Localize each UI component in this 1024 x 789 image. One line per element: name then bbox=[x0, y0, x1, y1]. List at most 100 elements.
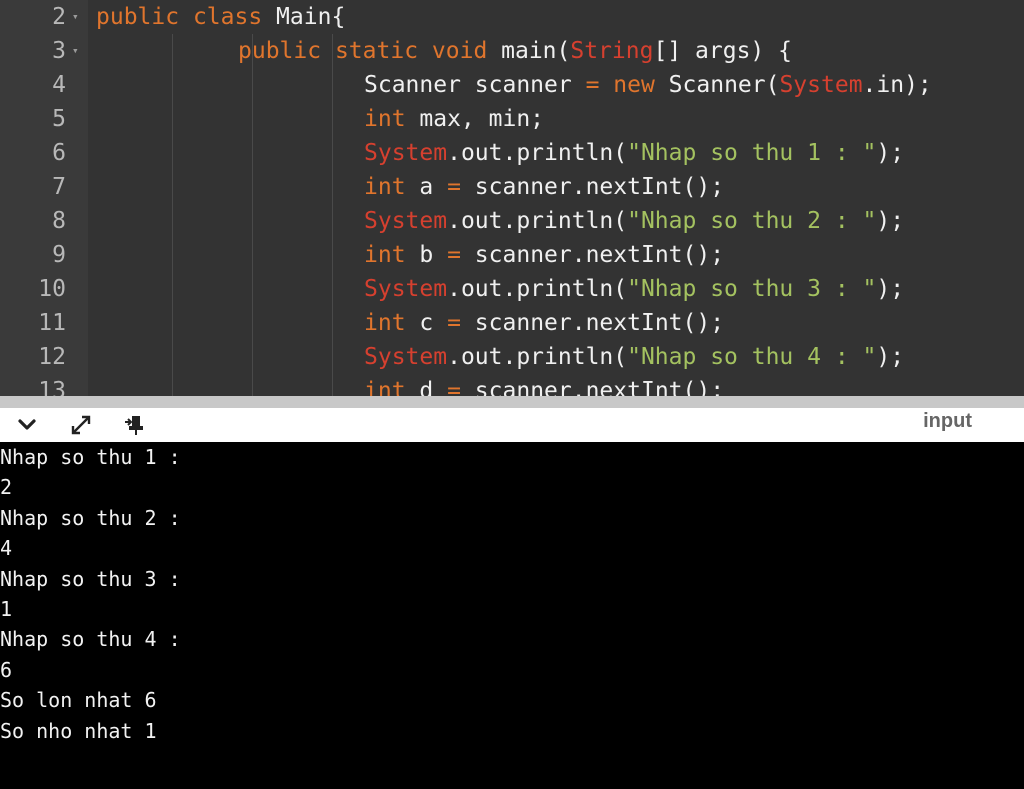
code-line[interactable]: 7 int a = scanner.nextInt(); bbox=[0, 170, 1024, 204]
code-token: [] args) { bbox=[653, 38, 792, 64]
console-line: So lon nhat 6 bbox=[0, 688, 157, 713]
code-token: public bbox=[96, 4, 180, 30]
code-line[interactable]: 3 ▾ public static void main(String[] args)… bbox=[0, 34, 1024, 68]
code-editor[interactable]: 2 ▾ public class Main{ 3 ▾ public static void… bbox=[0, 0, 1024, 396]
line-number: 8 bbox=[52, 208, 66, 234]
fold-arrow-icon[interactable]: ▾ bbox=[72, 34, 79, 68]
code-line[interactable]: 5 int max, min; bbox=[0, 102, 1024, 136]
code-token: = bbox=[447, 310, 461, 336]
code-text: System.out.println("Nhap so thu 2 : "); bbox=[364, 204, 904, 238]
code-token: ); bbox=[876, 344, 905, 370]
code-token: b bbox=[405, 242, 448, 268]
code-token: String bbox=[570, 38, 654, 64]
code-token: .out.println( bbox=[447, 344, 628, 370]
code-token: scanner.nextInt(); bbox=[460, 310, 725, 336]
chevron-down-icon[interactable] bbox=[10, 408, 44, 442]
code-text: Scanner scanner = new Scanner(System.in)… bbox=[364, 68, 932, 102]
console-output: Nhap so thu 1 : 2 Nhap so thu 2 : 4 Nhap so … bbox=[0, 442, 1024, 789]
line-number: 13 bbox=[38, 378, 66, 396]
code-line[interactable]: 4 Scanner scanner = new Scanner(System.in… bbox=[0, 68, 1024, 102]
code-token: Main{ bbox=[262, 4, 346, 30]
code-token: "Nhap so thu 3 : " bbox=[627, 276, 877, 302]
code-line[interactable]: 11 int c = scanner.nextInt(); bbox=[0, 306, 1024, 340]
code-token: System bbox=[364, 140, 448, 166]
code-token: ); bbox=[876, 208, 905, 234]
code-token: System bbox=[364, 344, 448, 370]
output-toolbar: input bbox=[0, 408, 1024, 442]
console-line: So nho nhat 1 bbox=[0, 718, 157, 743]
panel-resize-handle[interactable] bbox=[0, 396, 1024, 408]
code-token: d bbox=[405, 378, 448, 396]
code-lines[interactable]: 2 ▾ public class Main{ 3 ▾ public static void… bbox=[0, 0, 1024, 396]
code-line[interactable]: 10 System.out.println("Nhap so thu 3 : ")… bbox=[0, 272, 1024, 306]
code-token: int bbox=[364, 242, 406, 268]
code-line[interactable]: 2 ▾ public class Main{ bbox=[0, 0, 1024, 34]
console-line: Nhap so thu 3 : bbox=[0, 566, 181, 591]
code-text: public static void main(String[] args) { bbox=[238, 34, 792, 68]
code-text: public class Main{ bbox=[96, 0, 345, 34]
expand-icon[interactable] bbox=[64, 408, 98, 442]
code-token: class bbox=[192, 4, 263, 30]
code-token: ); bbox=[876, 140, 905, 166]
code-text: int d = scanner.nextInt(); bbox=[364, 374, 724, 396]
code-text: int a = scanner.nextInt(); bbox=[364, 170, 724, 204]
console-line: Nhap so thu 2 : bbox=[0, 505, 181, 530]
line-number: 10 bbox=[38, 276, 66, 302]
line-number: 6 bbox=[52, 140, 66, 166]
code-token: "Nhap so thu 1 : " bbox=[627, 140, 877, 166]
code-token: int bbox=[364, 310, 406, 336]
code-token: System bbox=[364, 208, 448, 234]
code-text: System.out.println("Nhap so thu 4 : "); bbox=[364, 340, 904, 374]
line-number: 3 bbox=[52, 38, 66, 64]
code-token: c bbox=[405, 310, 448, 336]
code-token: = bbox=[447, 174, 461, 200]
code-line[interactable]: 12 System.out.println("Nhap so thu 4 : ")… bbox=[0, 340, 1024, 374]
code-text: System.out.println("Nhap so thu 1 : "); bbox=[364, 136, 904, 170]
code-token: = bbox=[585, 72, 600, 98]
console-line: 1 bbox=[0, 596, 13, 621]
console-line: Nhap so thu 4 : bbox=[0, 627, 181, 652]
code-text: int c = scanner.nextInt(); bbox=[364, 306, 724, 340]
console-line: 4 bbox=[0, 536, 13, 561]
line-number: 2 bbox=[52, 4, 66, 30]
code-line[interactable]: 13 int d = scanner.nextInt(); bbox=[0, 374, 1024, 396]
line-number: 9 bbox=[52, 242, 66, 268]
code-token: .out.println( bbox=[447, 276, 628, 302]
code-token: ); bbox=[876, 276, 905, 302]
pin-icon[interactable] bbox=[118, 408, 152, 442]
code-token: System bbox=[779, 72, 863, 98]
code-line[interactable]: 8 System.out.println("Nhap so thu 2 : "); bbox=[0, 204, 1024, 238]
code-token: scanner.nextInt(); bbox=[460, 174, 725, 200]
code-token: int bbox=[364, 378, 406, 396]
line-number: 11 bbox=[38, 310, 66, 336]
code-token: a bbox=[405, 174, 448, 200]
code-token: static bbox=[334, 38, 419, 64]
code-token: scanner.nextInt(); bbox=[460, 378, 725, 396]
line-number: 7 bbox=[52, 174, 66, 200]
code-line[interactable]: 9 int b = scanner.nextInt(); bbox=[0, 238, 1024, 272]
code-token: Scanner( bbox=[654, 72, 780, 98]
console-line: 6 bbox=[0, 657, 13, 682]
code-token: int bbox=[364, 106, 406, 132]
code-token: .out.println( bbox=[447, 140, 628, 166]
line-number: 12 bbox=[38, 344, 66, 370]
code-token: max, min; bbox=[405, 106, 545, 132]
code-token: int bbox=[364, 174, 406, 200]
code-token: new bbox=[613, 72, 655, 98]
code-token: public bbox=[238, 38, 322, 64]
code-text: int b = scanner.nextInt(); bbox=[364, 238, 724, 272]
console-line: Nhap so thu 1 : bbox=[0, 445, 181, 469]
tab-input[interactable]: input bbox=[923, 408, 972, 434]
line-number: 5 bbox=[52, 106, 66, 132]
console-line: 2 bbox=[0, 475, 13, 500]
code-token: = bbox=[447, 378, 461, 396]
code-token: .in); bbox=[862, 72, 932, 98]
code-line[interactable]: 6 System.out.println("Nhap so thu 1 : "); bbox=[0, 136, 1024, 170]
code-token: void bbox=[431, 38, 488, 64]
code-token: = bbox=[447, 242, 461, 268]
fold-arrow-icon[interactable]: ▾ bbox=[72, 0, 79, 34]
code-token: "Nhap so thu 4 : " bbox=[627, 344, 877, 370]
